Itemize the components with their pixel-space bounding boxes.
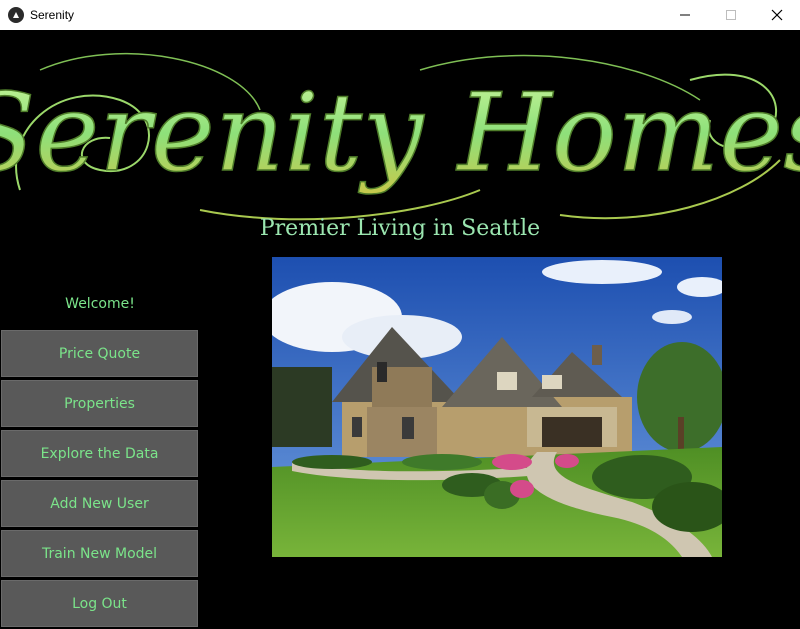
close-icon [771, 9, 783, 21]
svg-text:Serenity Homes: Serenity Homes [0, 71, 800, 196]
explore-data-button[interactable]: Explore the Data [1, 430, 198, 477]
window-title: Serenity [30, 8, 75, 22]
add-new-user-button[interactable]: Add New User [1, 480, 198, 527]
page-subtitle: Premier Living in Seattle [259, 216, 541, 241]
title-bar: Serenity [0, 0, 800, 30]
app-logo-icon [8, 7, 24, 23]
properties-button[interactable]: Properties [1, 380, 198, 427]
serenity-homes-logo: Serenity Homes [0, 53, 800, 221]
minimize-button[interactable] [662, 0, 708, 30]
minimize-icon [680, 14, 690, 16]
welcome-label: Welcome! [65, 296, 135, 312]
train-new-model-button[interactable]: Train New Model [1, 530, 198, 577]
log-out-button[interactable]: Log Out [1, 580, 198, 627]
maximize-icon [726, 10, 736, 20]
house-photo [272, 257, 722, 557]
window-controls [662, 0, 800, 30]
maximize-button[interactable] [708, 0, 754, 30]
close-button[interactable] [754, 0, 800, 30]
price-quote-button[interactable]: Price Quote [1, 330, 198, 377]
main-content: Serenity Homes Premier Living in Seattle… [0, 30, 800, 629]
